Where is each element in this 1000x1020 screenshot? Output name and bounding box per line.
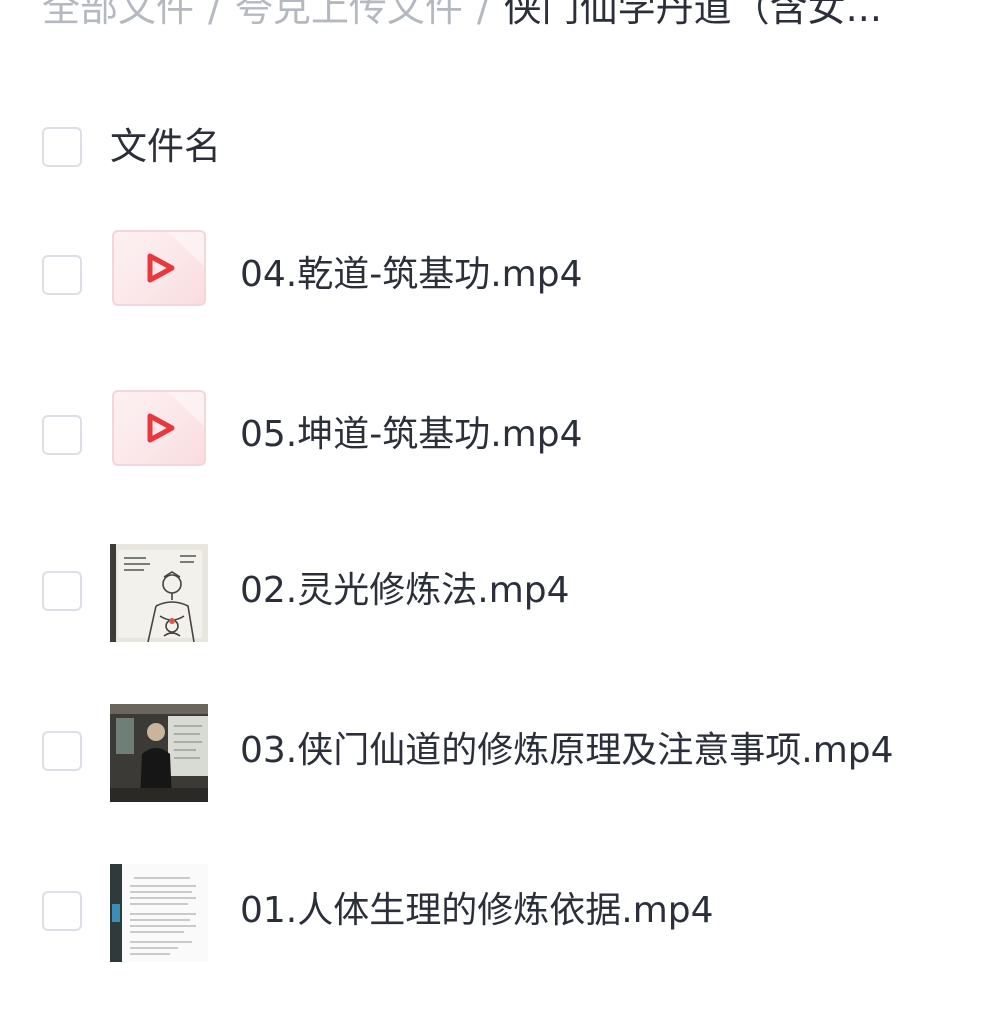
breadcrumb-item-quark-uploads[interactable]: 夸克上传文件: [235, 0, 463, 30]
file-checkbox[interactable]: [42, 571, 82, 611]
file-name[interactable]: 01.人体生理的修炼依据.mp4: [240, 886, 714, 936]
file-checkbox[interactable]: [42, 415, 82, 455]
breadcrumb-item-all-files[interactable]: 全部文件: [42, 0, 194, 30]
video-file-thumbnail: [112, 390, 206, 466]
file-row[interactable]: 01.人体生理的修炼依据.mp4: [0, 858, 1000, 968]
file-name[interactable]: 05.坤道-筑基功.mp4: [240, 410, 583, 460]
column-header-filename[interactable]: 文件名: [110, 122, 221, 172]
breadcrumb-current-folder: 侠门仙学丹道（含女...: [503, 0, 882, 30]
video-play-icon: [147, 232, 204, 283]
file-checkbox[interactable]: [42, 891, 82, 931]
file-name[interactable]: 02.灵光修炼法.mp4: [240, 566, 570, 616]
video-file-thumbnail: [112, 230, 206, 306]
video-play-icon: [147, 392, 204, 443]
file-list-header: 文件名: [0, 112, 1000, 182]
file-name[interactable]: 04.乾道-筑基功.mp4: [240, 250, 583, 300]
breadcrumb-separator: /: [208, 0, 221, 30]
breadcrumb-separator: /: [476, 0, 490, 30]
file-row[interactable]: 04.乾道-筑基功.mp4: [0, 222, 1000, 332]
select-all-checkbox[interactable]: [42, 127, 82, 167]
file-browser: 全部文件 / 夸克上传文件 / 侠门仙学丹道（含女... 文件名 04.乾道-筑基功.m…: [0, 0, 1000, 1020]
file-row[interactable]: 03.侠门仙道的修炼原理及注意事项.mp4: [0, 698, 1000, 808]
file-row[interactable]: 02.灵光修炼法.mp4: [0, 538, 1000, 648]
file-checkbox[interactable]: [42, 731, 82, 771]
file-checkbox[interactable]: [42, 255, 82, 295]
file-name[interactable]: 03.侠门仙道的修炼原理及注意事项.mp4: [240, 726, 894, 776]
document-slide-thumbnail: [110, 864, 208, 962]
lecturer-thumbnail: [110, 704, 208, 802]
sketch-figure-thumbnail: [110, 544, 208, 642]
breadcrumb: 全部文件 / 夸克上传文件 / 侠门仙学丹道（含女...: [42, 0, 1000, 32]
file-row[interactable]: 05.坤道-筑基功.mp4: [0, 382, 1000, 492]
